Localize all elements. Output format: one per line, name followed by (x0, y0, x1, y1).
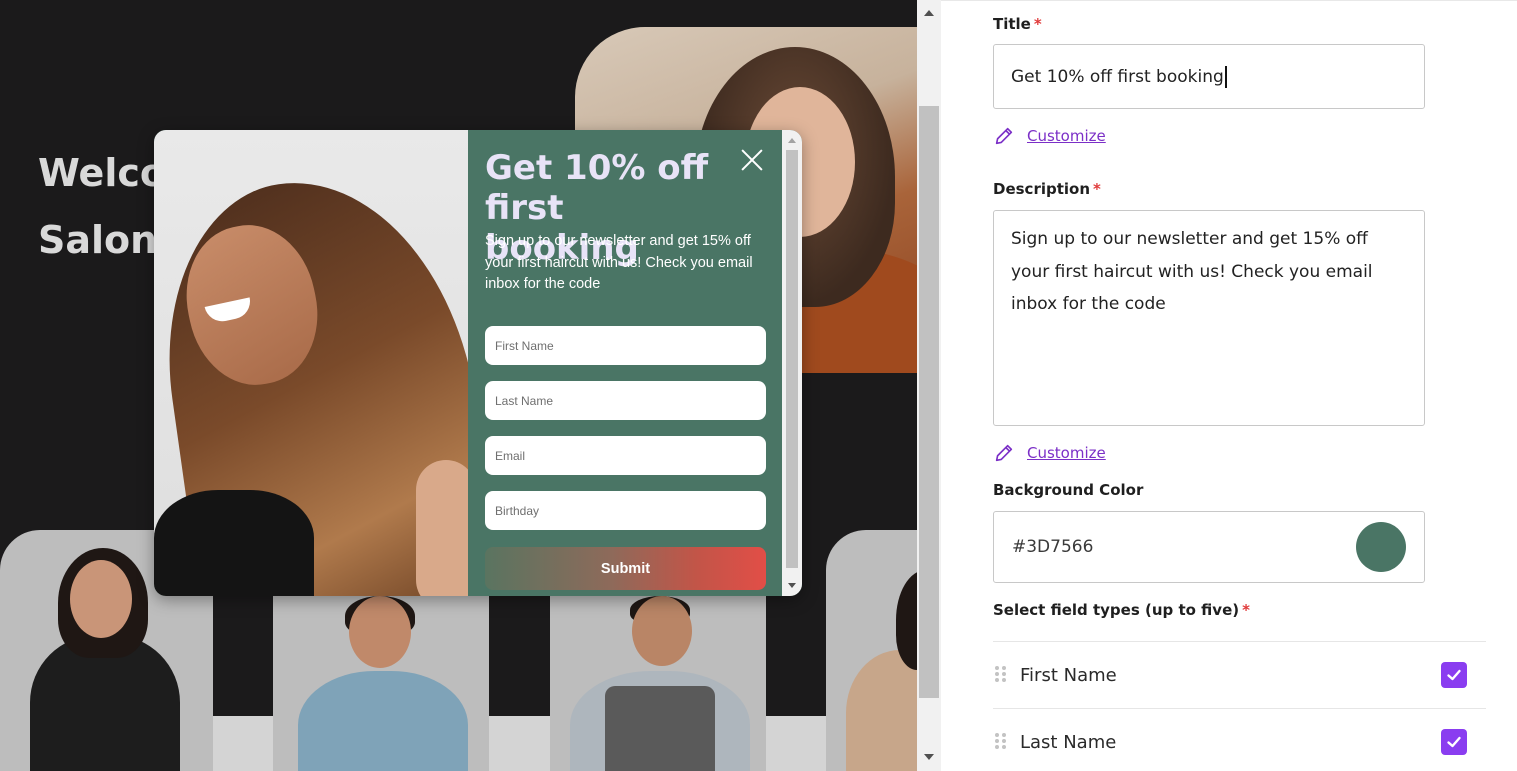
customize-label: Customize (1027, 444, 1106, 462)
hero-title-line1: Welco (38, 151, 166, 195)
birthday-placeholder: Birthday (495, 503, 540, 518)
field-types-label: Select field types (up to five) * (993, 601, 1250, 619)
first-name-input[interactable]: First Name (485, 326, 766, 365)
email-placeholder: Email (495, 448, 526, 463)
first-name-checkbox[interactable] (1441, 662, 1467, 688)
description-label-text: Description (993, 180, 1091, 198)
description-label: Description * (993, 180, 1101, 198)
last-name-input[interactable]: Last Name (485, 381, 766, 420)
website-preview: Welco Salon Get 10% off first booking Si… (0, 0, 917, 771)
scroll-up-arrow-icon[interactable] (788, 138, 796, 143)
color-swatch[interactable] (1356, 522, 1406, 572)
check-icon (1447, 736, 1461, 748)
popup-scrollbar[interactable] (782, 130, 802, 596)
required-marker: * (1033, 15, 1042, 33)
field-types-label-text: Select field types (up to five) (993, 601, 1240, 619)
drag-handle-icon[interactable] (993, 666, 1007, 684)
customize-label: Customize (1027, 127, 1106, 145)
signup-popup: Get 10% off first booking Sign up to our… (154, 130, 802, 596)
popup-content: Get 10% off first booking Sign up to our… (468, 130, 782, 596)
popup-scroll-thumb[interactable] (786, 150, 798, 568)
background-color-label: Background Color (993, 481, 1144, 499)
submit-button[interactable]: Submit (485, 547, 766, 590)
scroll-up-arrow-icon[interactable] (924, 10, 934, 16)
description-textarea[interactable]: Sign up to our newsletter and get 15% of… (993, 210, 1425, 426)
pencil-icon (995, 444, 1013, 462)
scroll-down-arrow-icon[interactable] (788, 583, 796, 588)
drag-handle-icon[interactable] (993, 733, 1007, 751)
background-color-input[interactable]: #3D7566 (993, 511, 1425, 583)
preview-scrollbar[interactable] (917, 0, 941, 771)
pencil-icon (995, 127, 1013, 145)
customize-title-link[interactable]: Customize (993, 125, 1106, 147)
hero-title-line2: Salon (38, 218, 158, 262)
email-input[interactable]: Email (485, 436, 766, 475)
field-type-label: Last Name (1020, 731, 1117, 753)
team-photo-4 (826, 530, 917, 771)
team-photo-2 (273, 596, 489, 771)
popup-model-photo (154, 130, 468, 596)
customize-description-link[interactable]: Customize (993, 442, 1106, 464)
check-icon (1447, 669, 1461, 681)
title-label-text: Title (993, 15, 1031, 33)
field-type-row[interactable]: First Name (993, 641, 1486, 708)
title-input-value: Get 10% off first booking (1011, 66, 1224, 87)
required-marker: * (1093, 180, 1101, 198)
team-photo-3 (550, 596, 766, 771)
required-marker: * (1242, 601, 1250, 619)
title-input[interactable]: Get 10% off first booking (993, 44, 1425, 109)
settings-panel: Title * Get 10% off first booking Customi… (941, 0, 1517, 771)
last-name-placeholder: Last Name (495, 393, 554, 408)
text-caret (1224, 65, 1227, 88)
popup-description: Sign up to our newsletter and get 15% of… (485, 233, 753, 292)
title-label: Title * (993, 15, 1042, 33)
close-icon[interactable] (738, 146, 766, 174)
hero-title: Welco Salon (38, 140, 166, 274)
first-name-placeholder: First Name (495, 338, 554, 353)
field-type-row[interactable]: Last Name (993, 708, 1486, 771)
field-type-label: First Name (1020, 664, 1117, 686)
background-color-value: #3D7566 (1012, 537, 1094, 557)
birthday-input[interactable]: Birthday (485, 491, 766, 530)
scroll-down-arrow-icon[interactable] (924, 754, 934, 760)
last-name-checkbox[interactable] (1441, 729, 1467, 755)
preview-scroll-thumb[interactable] (919, 106, 939, 698)
